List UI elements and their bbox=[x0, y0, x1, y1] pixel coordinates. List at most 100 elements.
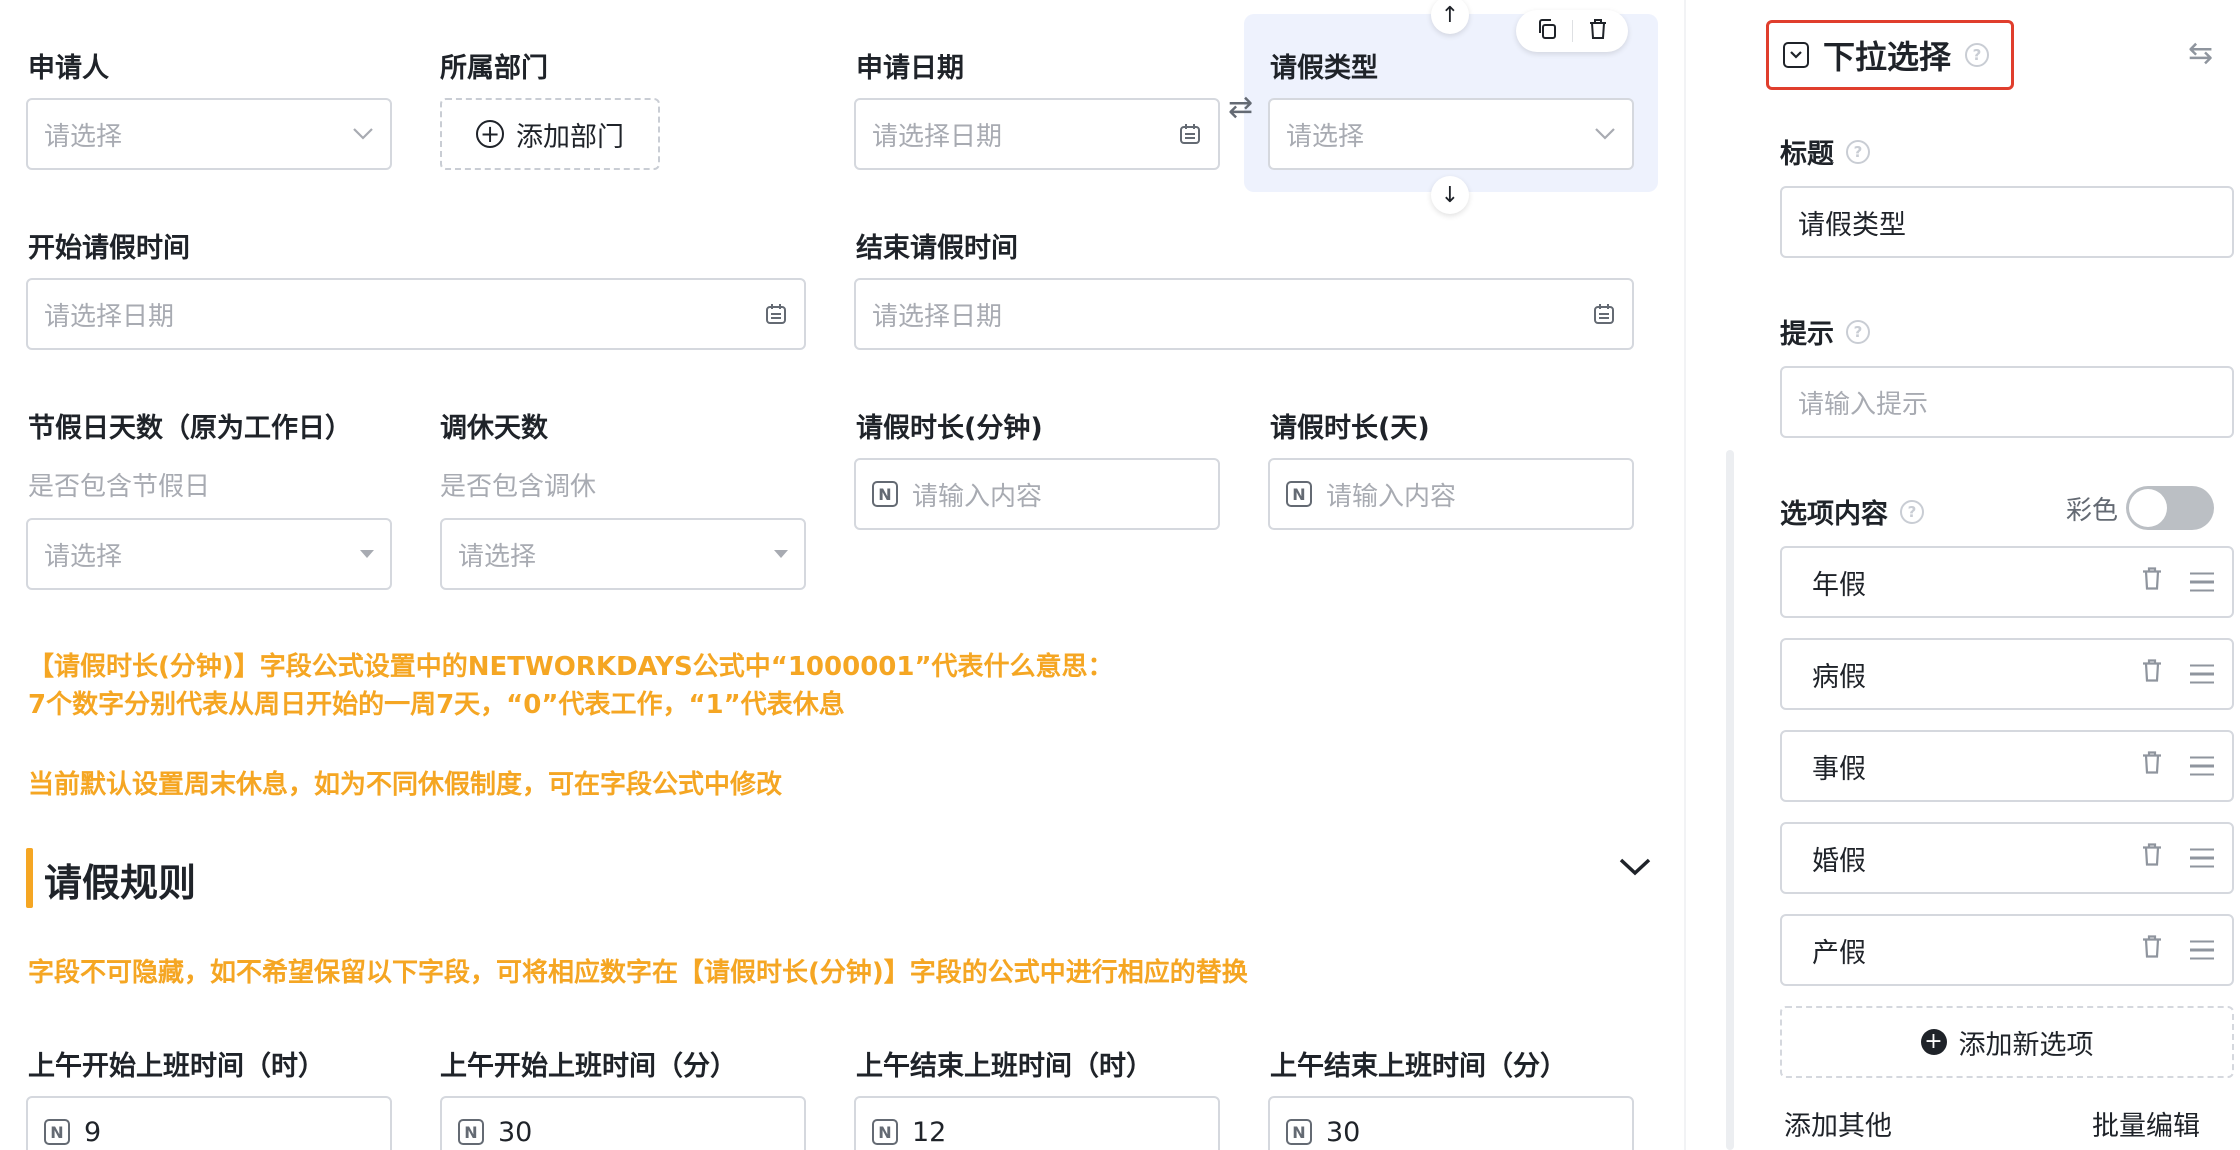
delete-option-icon[interactable] bbox=[2140, 842, 2164, 875]
applicant-select[interactable]: 请选择 bbox=[26, 98, 392, 170]
duration-day-input[interactable]: N 请输入内容 bbox=[1268, 458, 1634, 530]
hint-input[interactable]: 请输入提示 bbox=[1780, 366, 2234, 438]
title-label: 标题 bbox=[1780, 139, 1834, 170]
help-icon[interactable]: ? bbox=[1965, 43, 1990, 67]
am-start-hour-label: 上午开始上班时间（时） bbox=[28, 1051, 325, 1082]
delete-field-icon[interactable] bbox=[1586, 17, 1610, 45]
apply-date-label: 申请日期 bbox=[856, 53, 964, 84]
applicant-label: 申请人 bbox=[28, 53, 109, 84]
help-icon[interactable]: ? bbox=[1900, 499, 1924, 524]
duration-day-placeholder: 请输入内容 bbox=[1326, 481, 1457, 512]
form-canvas: ↑ ↓ ⇄ 申请人 请选择 所属部门 + 添加部门 申请日期 请选择日期 请假类… bbox=[0, 0, 1680, 1150]
help-icon[interactable]: ? bbox=[1846, 319, 1870, 344]
option-label: 事假 bbox=[1812, 753, 1866, 785]
number-icon: N bbox=[458, 1119, 484, 1145]
option-item[interactable]: 年假 bbox=[1780, 546, 2234, 618]
panel-divider bbox=[1684, 0, 1686, 1150]
field-toolbar bbox=[1516, 10, 1628, 52]
option-label: 婚假 bbox=[1812, 845, 1866, 877]
batch-edit-link[interactable]: 批量编辑 bbox=[2092, 1104, 2200, 1143]
switch-type-icon[interactable]: ⇆ bbox=[2188, 36, 2213, 71]
options-label: 选项内容 bbox=[1780, 499, 1888, 530]
caret-down-icon bbox=[774, 550, 788, 558]
apply-date-picker[interactable]: 请选择日期 bbox=[854, 98, 1220, 170]
delete-option-icon[interactable] bbox=[2140, 934, 2164, 967]
drag-handle-icon[interactable] bbox=[2190, 572, 2214, 592]
drag-handle-icon[interactable] bbox=[2190, 664, 2214, 684]
colorful-toggle[interactable] bbox=[2126, 486, 2214, 530]
am-end-minute-input[interactable]: N 30 bbox=[1268, 1096, 1634, 1150]
leave-end-placeholder: 请选择日期 bbox=[872, 301, 1003, 332]
number-icon: N bbox=[872, 481, 898, 507]
leave-end-label: 结束请假时间 bbox=[856, 233, 1018, 264]
form-designer: ↑ ↓ ⇄ 申请人 请选择 所属部门 + 添加部门 申请日期 请选择日期 请假类… bbox=[0, 0, 2240, 1150]
delete-option-icon[interactable] bbox=[2140, 750, 2164, 783]
option-item[interactable]: 产假 bbox=[1780, 914, 2234, 986]
am-end-minute-value: 30 bbox=[1326, 1116, 1361, 1148]
hint-label-row: 提示 ? bbox=[1780, 312, 1870, 351]
calendar-icon bbox=[1592, 302, 1616, 326]
help-icon[interactable]: ? bbox=[1846, 139, 1870, 164]
dropdown-type-icon bbox=[1783, 42, 1809, 68]
leave-start-placeholder: 请选择日期 bbox=[44, 301, 175, 332]
number-icon: N bbox=[872, 1119, 898, 1145]
am-end-hour-label: 上午结束上班时间（时） bbox=[856, 1051, 1153, 1082]
drag-handle-icon[interactable] bbox=[2190, 848, 2214, 868]
option-item[interactable]: 病假 bbox=[1780, 638, 2234, 710]
move-down-icon[interactable]: ↓ bbox=[1431, 176, 1469, 214]
leave-type-select[interactable]: 请选择 bbox=[1268, 98, 1634, 170]
add-other-link[interactable]: 添加其他 bbox=[1784, 1104, 1892, 1143]
apply-date-placeholder: 请选择日期 bbox=[872, 121, 1003, 152]
duration-day-label: 请假时长(天) bbox=[1270, 413, 1430, 444]
leave-start-picker[interactable]: 请选择日期 bbox=[26, 278, 806, 350]
calendar-icon bbox=[764, 302, 788, 326]
holiday-days-label: 节假日天数（原为工作日） bbox=[28, 413, 352, 444]
chevron-down-icon bbox=[352, 127, 374, 141]
copy-icon[interactable] bbox=[1535, 17, 1559, 45]
leave-end-picker[interactable]: 请选择日期 bbox=[854, 278, 1634, 350]
title-input[interactable]: 请假类型 bbox=[1780, 186, 2234, 258]
title-label-row: 标题 ? bbox=[1780, 132, 1870, 171]
toolbar-divider bbox=[1571, 20, 1573, 42]
am-end-minute-label: 上午结束上班时间（分） bbox=[1270, 1051, 1567, 1082]
delete-option-icon[interactable] bbox=[2140, 566, 2164, 599]
am-start-hour-input[interactable]: N 9 bbox=[26, 1096, 392, 1150]
option-tools bbox=[2140, 842, 2214, 875]
am-start-minute-label: 上午开始上班时间（分） bbox=[440, 1051, 737, 1082]
holiday-days-placeholder: 请选择 bbox=[44, 541, 123, 572]
add-option-button[interactable]: + 添加新选项 bbox=[1780, 1006, 2234, 1078]
applicant-placeholder: 请选择 bbox=[44, 121, 123, 152]
delete-option-icon[interactable] bbox=[2140, 658, 2164, 691]
option-item[interactable]: 事假 bbox=[1780, 730, 2234, 802]
am-end-hour-input[interactable]: N 12 bbox=[854, 1096, 1220, 1150]
add-option-label: 添加新选项 bbox=[1958, 1029, 2094, 1061]
drag-handle-icon[interactable] bbox=[2190, 756, 2214, 776]
am-start-minute-input[interactable]: N 30 bbox=[440, 1096, 806, 1150]
number-icon: N bbox=[44, 1119, 70, 1145]
field-type-header: 下拉选择 ? bbox=[1766, 20, 2014, 90]
leave-start-label: 开始请假时间 bbox=[28, 233, 190, 264]
option-label: 年假 bbox=[1812, 569, 1866, 601]
leave-type-label: 请假类型 bbox=[1270, 53, 1378, 84]
section-title: 请假规则 bbox=[44, 861, 197, 905]
chevron-down-icon bbox=[1594, 127, 1616, 141]
swap-icon[interactable]: ⇄ bbox=[1228, 90, 1253, 125]
formula-note-line-1: 【请假时长(分钟)】字段公式设置中的NETWORKDAYS公式中“1000001… bbox=[28, 652, 1114, 682]
chevron-down-icon[interactable] bbox=[1618, 856, 1652, 882]
scrollbar[interactable] bbox=[1726, 450, 1734, 1150]
drag-handle-icon[interactable] bbox=[2190, 940, 2214, 960]
title-input-value: 请假类型 bbox=[1798, 209, 1906, 241]
rest-days-placeholder: 请选择 bbox=[458, 541, 537, 572]
duration-min-input[interactable]: N 请输入内容 bbox=[854, 458, 1220, 530]
option-label: 产假 bbox=[1812, 937, 1866, 969]
rest-days-select[interactable]: 请选择 bbox=[440, 518, 806, 590]
calendar-icon bbox=[1178, 122, 1202, 146]
option-item[interactable]: 婚假 bbox=[1780, 822, 2234, 894]
holiday-days-hint: 是否包含节假日 bbox=[28, 472, 211, 502]
leave-type-placeholder: 请选择 bbox=[1286, 121, 1365, 152]
field-type-title: 下拉选择 bbox=[1823, 38, 1952, 76]
add-department-button[interactable]: + 添加部门 bbox=[440, 98, 660, 170]
holiday-days-select[interactable]: 请选择 bbox=[26, 518, 392, 590]
caret-down-icon bbox=[360, 550, 374, 558]
number-icon: N bbox=[1286, 481, 1312, 507]
